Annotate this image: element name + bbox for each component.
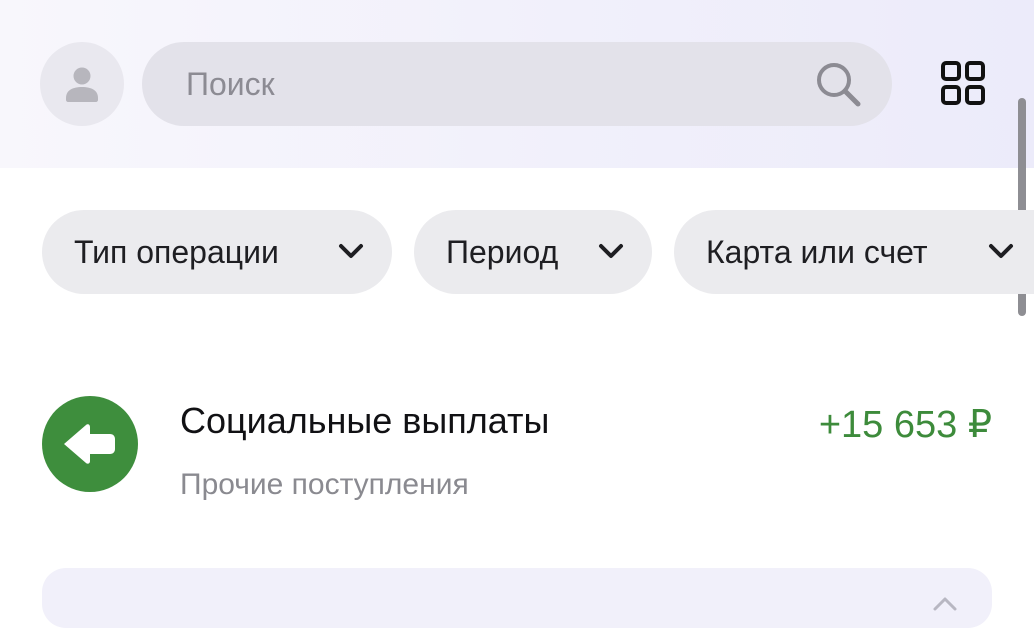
search-field[interactable]: Поиск	[142, 42, 892, 126]
search-input-placeholder[interactable]: Поиск	[186, 42, 275, 126]
operation-amount: +15 653 ₽	[818, 404, 992, 446]
filter-chips: Тип операции Период Карта или счет	[0, 210, 1034, 294]
filter-chip-period[interactable]: Период	[414, 210, 652, 294]
user-icon	[66, 67, 98, 102]
operation-row[interactable]: Социальные выплаты Прочие поступления +1…	[0, 390, 1034, 510]
filter-chip-label: Тип операции	[74, 234, 279, 270]
chevron-down-icon	[599, 244, 623, 258]
filter-chip-operation-type[interactable]: Тип операции	[42, 210, 392, 294]
operation-category: Прочие поступления	[180, 468, 469, 501]
chevron-up-icon	[933, 597, 957, 611]
search-icon[interactable]	[814, 60, 862, 108]
top-bar: Поиск	[0, 0, 1034, 168]
filter-chip-label: Период	[446, 234, 559, 270]
avatar-button[interactable]	[40, 42, 124, 126]
arrow-left-icon	[64, 424, 115, 464]
operation-icon	[42, 396, 138, 492]
grid-icon[interactable]	[940, 60, 988, 108]
chevron-down-icon	[339, 244, 363, 258]
chevron-down-icon	[989, 244, 1013, 258]
operation-title: Социальные выплаты	[180, 400, 550, 441]
filter-chip-label: Карта или счет	[706, 234, 928, 270]
next-card[interactable]	[42, 568, 992, 628]
filter-chip-card-or-account[interactable]: Карта или счет	[674, 210, 1034, 294]
